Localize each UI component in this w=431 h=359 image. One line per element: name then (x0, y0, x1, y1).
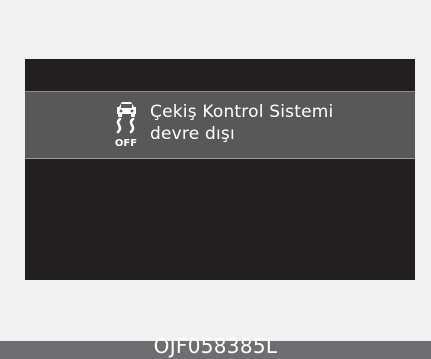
figure-code: OJF058385L (153, 334, 278, 358)
message-line-2: devre dışı (150, 124, 235, 144)
warning-message: Çekiş Kontrol Sistemi devre dışı (150, 101, 333, 145)
cluster-display: OFF Çekiş Kontrol Sistemi devre dışı (25, 59, 415, 280)
icon-off-label: OFF (115, 138, 137, 149)
warning-message-bar: OFF Çekiş Kontrol Sistemi devre dışı (25, 91, 415, 159)
traction-control-off-icon: OFF (115, 102, 137, 149)
message-line-1: Çekiş Kontrol Sistemi (150, 102, 334, 122)
